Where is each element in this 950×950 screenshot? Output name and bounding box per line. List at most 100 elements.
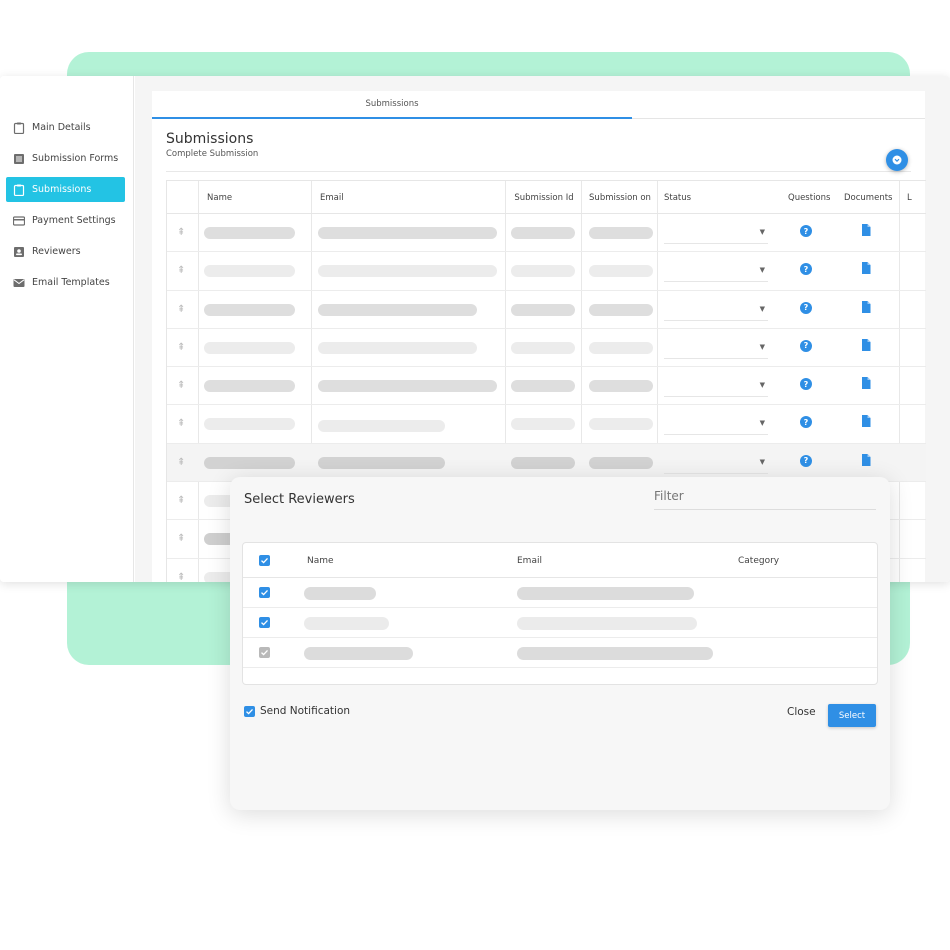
tab-bar: Submissions (152, 91, 925, 119)
id-placeholder (511, 265, 575, 278)
id-placeholder (511, 418, 575, 431)
filter-input[interactable]: Filter (654, 489, 876, 510)
status-select[interactable]: ▼ (664, 260, 768, 283)
status-select[interactable]: ▼ (664, 337, 768, 359)
id-placeholder (511, 303, 575, 316)
email-placeholder (318, 380, 497, 393)
date-placeholder (589, 418, 653, 431)
question-icon[interactable]: ? (800, 416, 812, 429)
col-header-category[interactable]: Category (738, 543, 779, 578)
status-select[interactable]: ▼ (664, 299, 768, 321)
sidebar-item-email-templates[interactable]: Email Templates (6, 270, 125, 295)
table-row[interactable] (243, 638, 877, 668)
table-row[interactable]: ⇞ ▼ ? (167, 329, 926, 368)
col-header-email[interactable]: Email (320, 181, 344, 214)
document-icon[interactable] (861, 453, 871, 466)
clipboard-icon (13, 122, 25, 134)
name-placeholder (204, 418, 295, 431)
sort-icon[interactable]: ⇞ (177, 342, 185, 353)
question-icon[interactable]: ? (800, 378, 812, 391)
col-header-status[interactable]: Status (664, 181, 691, 214)
list-icon (13, 153, 25, 165)
id-placeholder (511, 341, 575, 354)
table-row[interactable] (243, 608, 877, 638)
name-placeholder (204, 456, 295, 469)
send-notification-label: Send Notification (260, 705, 351, 717)
select-button[interactable]: Select (828, 704, 876, 727)
select-all-checkbox[interactable] (259, 555, 270, 566)
sort-icon[interactable]: ⇞ (177, 457, 185, 468)
status-select[interactable]: ▼ (664, 413, 768, 436)
question-icon[interactable]: ? (800, 339, 812, 352)
email-placeholder (318, 341, 477, 354)
send-notification-checkbox[interactable] (244, 705, 255, 717)
sidebar-item-submissions[interactable]: Submissions (6, 177, 125, 202)
sort-icon[interactable]: ⇞ (177, 304, 185, 315)
document-icon[interactable] (861, 377, 871, 390)
col-header-submission-on[interactable]: Submission on (583, 181, 657, 214)
page-subtitle: Complete Submission (166, 149, 259, 159)
date-placeholder (589, 303, 653, 316)
document-icon[interactable] (861, 300, 871, 313)
col-header-name[interactable]: Name (307, 543, 334, 578)
sort-icon[interactable]: ⇞ (177, 495, 185, 506)
col-header-name[interactable]: Name (207, 181, 232, 214)
name-placeholder (204, 341, 295, 354)
select-reviewers-modal: Select Reviewers Filter Name Email Categ… (230, 477, 890, 810)
reviewers-table: Name Email Category (242, 542, 878, 685)
tab-submissions[interactable]: Submissions (152, 91, 632, 119)
sidebar-item-reviewers[interactable]: Reviewers (6, 239, 125, 264)
divider (166, 171, 911, 172)
modal-title: Select Reviewers (244, 492, 355, 507)
status-select[interactable]: ▼ (664, 222, 768, 244)
email-placeholder (517, 617, 697, 630)
sort-icon[interactable]: ⇞ (177, 265, 185, 276)
document-icon[interactable] (861, 415, 871, 428)
question-icon[interactable]: ? (800, 301, 812, 314)
chevron-down-icon (892, 155, 902, 165)
col-header-questions: Questions (788, 192, 831, 203)
id-placeholder (511, 380, 575, 393)
send-notification-toggle[interactable]: Send Notification (244, 705, 350, 717)
col-header-email[interactable]: Email (517, 543, 542, 578)
col-header-submission-id[interactable]: Submission Id (507, 181, 581, 214)
sidebar-item-label: Email Templates (32, 277, 110, 288)
sort-icon[interactable]: ⇞ (177, 380, 185, 391)
sort-icon[interactable]: ⇞ (177, 418, 185, 429)
credit-card-icon (13, 215, 25, 227)
name-placeholder (304, 647, 413, 660)
sort-icon[interactable]: ⇞ (177, 227, 185, 238)
question-icon[interactable]: ? (800, 454, 812, 467)
status-select[interactable]: ▼ (664, 452, 768, 474)
question-icon[interactable]: ? (800, 225, 812, 237)
sidebar-item-label: Reviewers (32, 246, 81, 257)
sort-icon[interactable]: ⇞ (177, 533, 185, 544)
sidebar-item-submission-forms[interactable]: Submission Forms (6, 146, 125, 171)
caret-down-icon: ▼ (759, 228, 765, 236)
question-icon[interactable]: ? (800, 263, 812, 276)
email-placeholder (318, 227, 497, 239)
row-checkbox[interactable] (259, 587, 270, 598)
table-row[interactable]: ⇞ ▼ ? (167, 214, 926, 253)
check-icon (246, 708, 253, 715)
document-icon[interactable] (861, 338, 871, 351)
row-checkbox[interactable] (259, 617, 270, 628)
sort-icon[interactable]: ⇞ (177, 572, 185, 582)
name-placeholder (204, 265, 295, 278)
document-icon[interactable] (861, 262, 871, 275)
expand-button[interactable] (886, 149, 908, 171)
col-header-documents: Documents (844, 192, 893, 203)
table-row[interactable]: ⇞ ▼ ? (167, 291, 926, 329)
document-icon[interactable] (861, 224, 871, 236)
status-select[interactable]: ▼ (664, 375, 768, 398)
close-button[interactable]: Close (787, 706, 816, 718)
caret-down-icon: ▼ (759, 419, 765, 428)
table-row[interactable] (243, 578, 877, 608)
sidebar-item-main-details[interactable]: Main Details (6, 115, 125, 140)
id-placeholder (511, 227, 575, 239)
row-checkbox[interactable] (259, 647, 270, 658)
table-row[interactable]: ⇞ ▼ ? (167, 367, 926, 406)
table-row[interactable]: ⇞ ▼ ? (167, 252, 926, 291)
table-row[interactable]: ⇞ ▼ ? (167, 405, 926, 444)
sidebar-item-payment-settings[interactable]: Payment Settings (6, 208, 125, 233)
